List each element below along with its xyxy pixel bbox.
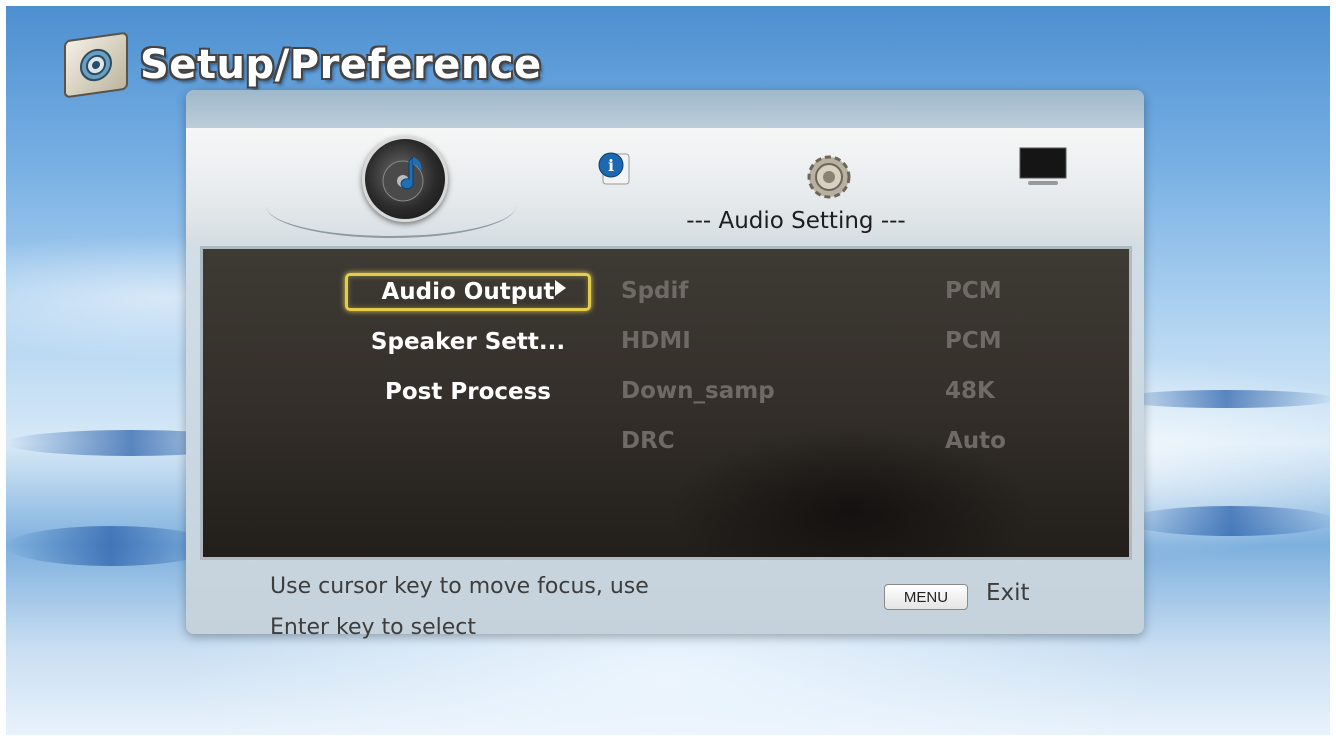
menu-item-speaker-setting[interactable]: Speaker Sett... [345, 323, 591, 361]
option-name-down-samp: Down_samp [621, 378, 775, 404]
menu-key-button[interactable]: MENU [884, 584, 968, 610]
help-text: Use cursor key to move focus, use Enter … [270, 566, 730, 648]
settings-content: Audio Output Speaker Sett... Post Proces… [200, 246, 1132, 560]
settings-panel: i --- Audio Setting --- Audio Output Spe… [186, 90, 1144, 640]
tab-info[interactable]: i [594, 148, 634, 188]
option-value-hdmi: PCM [945, 328, 1002, 354]
help-line-1: Use cursor key to move focus, use [270, 574, 649, 599]
tab-audio[interactable] [362, 136, 448, 222]
gear-icon [807, 155, 851, 199]
menu-item-label: Audio Output [381, 279, 555, 305]
exit-label: Exit [986, 580, 1030, 606]
submenu-arrow-icon [555, 280, 566, 296]
background-streak [1116, 390, 1330, 408]
option-value-spdif: PCM [945, 278, 1002, 304]
option-name-hdmi: HDMI [621, 328, 691, 354]
section-heading: --- Audio Setting --- [686, 208, 906, 234]
panel-top-bar [186, 90, 1144, 128]
menu-item-label: Post Process [385, 379, 551, 405]
tab-system[interactable] [804, 152, 854, 202]
option-name-spdif: Spdif [621, 278, 689, 304]
page-header: Setup/Preference [64, 31, 542, 99]
option-name-drc: DRC [621, 428, 675, 454]
option-value-down-samp: 48K [945, 378, 995, 404]
menu-item-label: Speaker Sett... [370, 329, 566, 355]
background-streak [1126, 506, 1330, 536]
svg-text:i: i [608, 156, 614, 175]
tab-video[interactable] [1018, 146, 1068, 190]
tv-screen-icon [1019, 147, 1067, 185]
page-title: Setup/Preference [140, 42, 542, 88]
option-value-drc: Auto [945, 428, 1006, 454]
audio-disc-note-icon [382, 155, 424, 202]
background-streak [6, 526, 216, 566]
info-icon: i [598, 152, 630, 185]
setup-gear-icon [64, 31, 128, 99]
menu-item-post-process[interactable]: Post Process [345, 373, 591, 411]
help-line-2: Enter key to select [270, 615, 476, 640]
